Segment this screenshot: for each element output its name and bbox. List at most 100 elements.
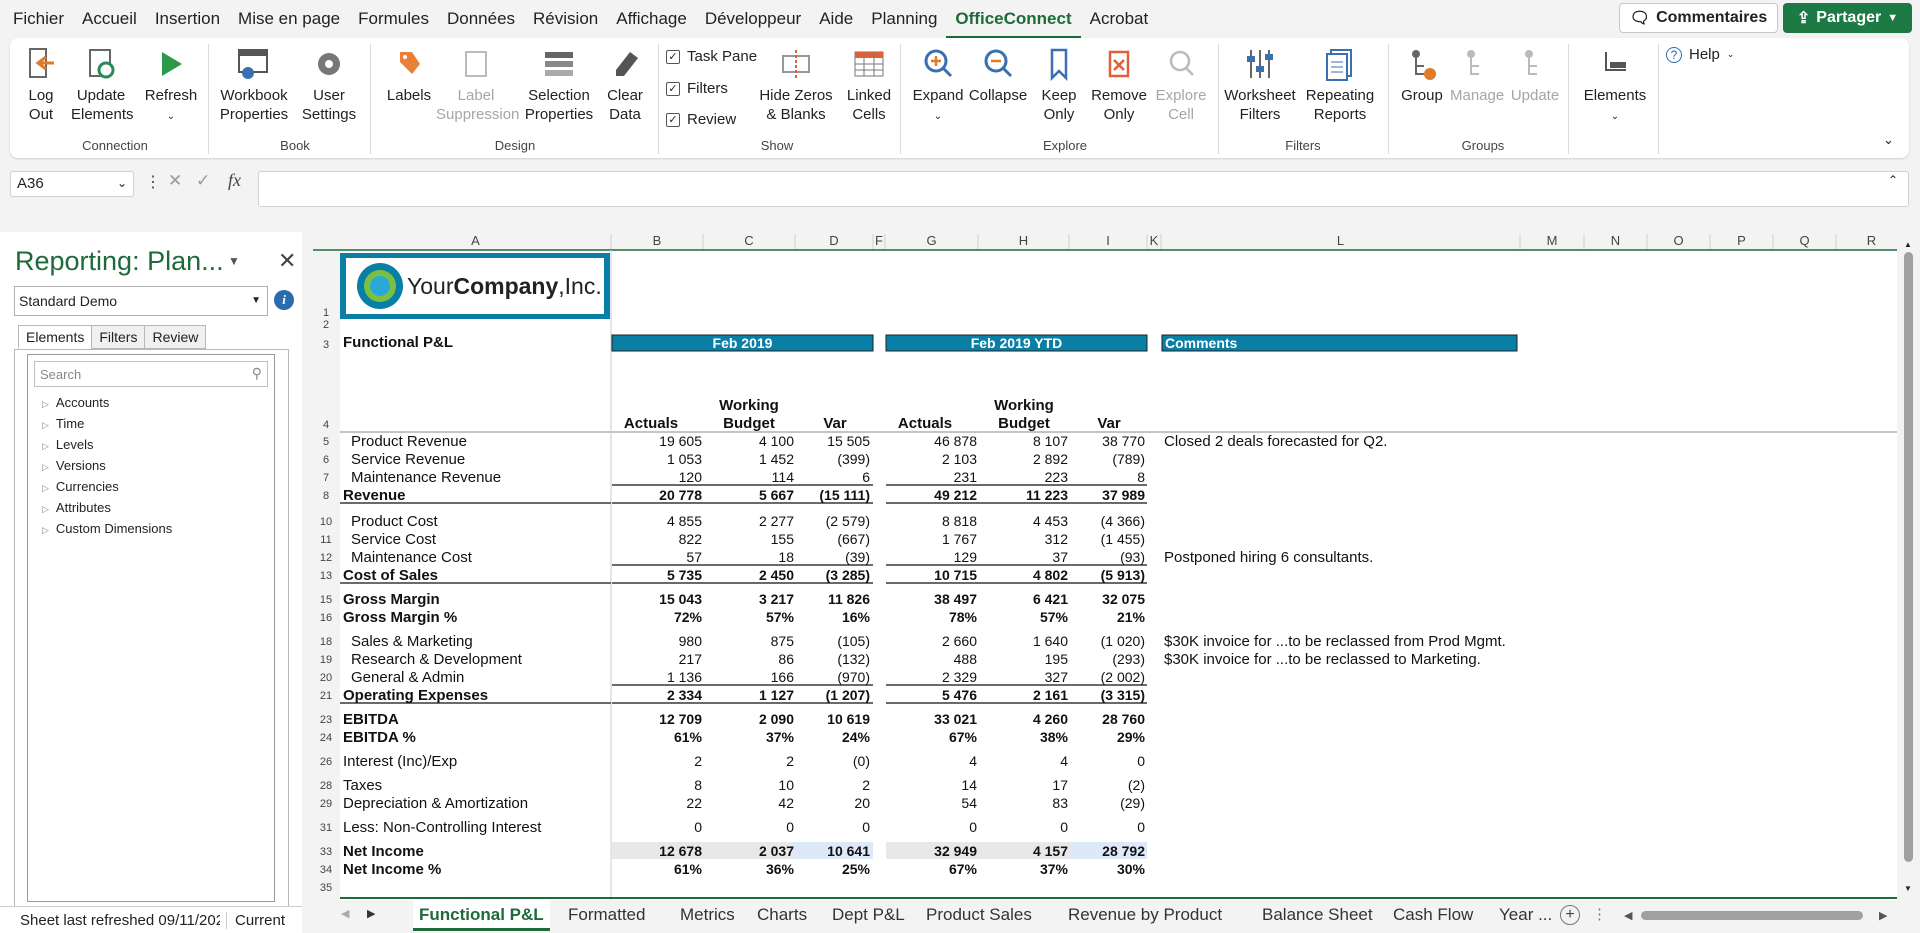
scroll-down-icon[interactable]: ▼ (1904, 884, 1912, 893)
formula-input[interactable] (258, 171, 1909, 207)
sheet-tab[interactable]: Formatted (562, 900, 651, 931)
update-elements-button[interactable]: Update Elements (68, 46, 134, 124)
tab-elements[interactable]: Elements (18, 325, 93, 349)
ribbon-collapse-icon[interactable]: ⌄ (1883, 132, 1894, 148)
hide-zeros-button[interactable]: Hide Zeros & Blanks (756, 46, 836, 124)
next-sheet-icon[interactable]: ▶ (367, 907, 375, 920)
scrollbar-thumb[interactable] (1904, 252, 1913, 862)
worksheet-grid[interactable]: A B C D F G H I K L M N O P Q R 1 2 3 4 5 6 7 8 10 11 12 13 15 16 18 19… (313, 232, 1907, 900)
sheet-tab[interactable]: Product Sales (920, 900, 1038, 931)
horizontal-scrollbar-thumb[interactable] (1641, 911, 1863, 920)
expand-button[interactable]: Expand ⌄ (908, 46, 968, 126)
row-header[interactable]: 1 (323, 307, 329, 319)
menu-acrobat[interactable]: Acrobat (1081, 0, 1158, 38)
row-header[interactable]: 11 (320, 534, 331, 546)
expand-arrow-icon[interactable]: ▷ (42, 525, 49, 535)
scroll-up-icon[interactable]: ▲ (1904, 240, 1912, 249)
row-header[interactable]: 26 (320, 756, 332, 768)
column-header[interactable]: C (744, 233, 753, 248)
linked-cells-button[interactable]: Linked Cells (842, 46, 896, 124)
sheet-tab[interactable]: Functional P&L (413, 900, 550, 931)
expand-arrow-icon[interactable]: ▷ (42, 399, 49, 409)
column-header[interactable]: R (1867, 233, 1876, 248)
tab-review[interactable]: Review (144, 325, 207, 349)
scroll-left-icon[interactable]: ◀ (1624, 909, 1632, 922)
tree-item[interactable]: ▷ Accounts (28, 393, 274, 414)
row-header[interactable]: 7 (323, 472, 329, 484)
row-header[interactable]: 3 (323, 339, 329, 351)
column-header[interactable]: P (1737, 233, 1746, 248)
menu-d-veloppeur[interactable]: Développeur (696, 0, 810, 38)
close-icon[interactable]: ✕ (278, 248, 296, 274)
column-header[interactable]: A (471, 233, 480, 248)
row-header[interactable]: 12 (320, 552, 332, 564)
user-settings-button[interactable]: User Settings (296, 46, 362, 124)
cancel-icon[interactable]: ✕ (168, 171, 182, 191)
row-header[interactable]: 5 (323, 436, 329, 448)
row-header[interactable]: 15 (320, 594, 332, 606)
expand-arrow-icon[interactable]: ▷ (42, 462, 49, 472)
expand-arrow-icon[interactable]: ▷ (42, 483, 49, 493)
connection-select[interactable]: Standard Demo ▼ (14, 286, 268, 316)
column-header[interactable]: F (875, 233, 883, 248)
row-header[interactable]: 16 (320, 612, 332, 624)
tree-item[interactable]: ▷ Versions (28, 456, 274, 477)
row-header[interactable]: 33 (320, 846, 332, 858)
sheet-tab[interactable]: Metrics (674, 900, 741, 931)
prev-sheet-icon[interactable]: ◀ (341, 907, 349, 920)
sheet-tab[interactable]: Revenue by Product (1062, 900, 1228, 931)
elements-button[interactable]: Elements ⌄ (1580, 46, 1650, 126)
help-button[interactable]: ? Help ⌄ (1666, 46, 1734, 63)
row-header[interactable]: 8 (323, 490, 329, 502)
row-header[interactable]: 29 (320, 798, 332, 810)
row-header[interactable]: 24 (320, 732, 332, 744)
row-header[interactable]: 13 (320, 570, 332, 582)
column-header[interactable]: H (1019, 233, 1028, 248)
remove-only-button[interactable]: Remove Only (1088, 46, 1150, 124)
name-box[interactable]: A36 ⌄ (10, 171, 134, 197)
row-header[interactable]: 35 (320, 882, 332, 894)
task-pane-checkbox[interactable]: ✓ Task Pane (666, 48, 757, 65)
collapse-button[interactable]: Collapse (966, 46, 1030, 105)
search-input[interactable]: Search ⚲ (34, 361, 268, 387)
expand-arrow-icon[interactable]: ▷ (42, 504, 49, 514)
menu-officeconnect[interactable]: OfficeConnect (946, 2, 1081, 39)
share-button[interactable]: ⇪ Partager ▼ (1783, 3, 1912, 33)
selection-properties-button[interactable]: Selection Properties (520, 46, 598, 124)
menu-affichage[interactable]: Affichage (607, 0, 696, 38)
clear-data-button[interactable]: Clear Data (600, 46, 650, 124)
more-icon[interactable]: ⋮ (145, 172, 161, 192)
column-header[interactable]: K (1150, 233, 1159, 248)
menu-planning[interactable]: Planning (862, 0, 946, 38)
menu-mise-en-page[interactable]: Mise en page (229, 0, 349, 38)
column-header[interactable]: M (1547, 233, 1558, 248)
menu-donn-es[interactable]: Données (438, 0, 524, 38)
tree-item[interactable]: ▷ Custom Dimensions (28, 519, 274, 540)
filters-checkbox[interactable]: ✓ Filters (666, 80, 728, 97)
function-icon[interactable]: fx (228, 170, 241, 191)
update-button[interactable]: Update (1510, 46, 1560, 105)
row-header[interactable]: 6 (323, 454, 329, 466)
sheet-tab[interactable]: Cash Flow (1387, 900, 1479, 931)
vertical-scrollbar[interactable]: ▲ ▼ (1897, 232, 1920, 900)
column-header[interactable]: I (1106, 233, 1110, 248)
scroll-right-icon[interactable]: ▶ (1879, 909, 1887, 922)
repeating-reports-button[interactable]: Repeating Reports (1300, 46, 1380, 124)
comments-button[interactable]: 🗨 Commentaires (1619, 3, 1778, 33)
row-header[interactable]: 21 (320, 690, 332, 702)
workbook-properties-button[interactable]: Workbook Properties (218, 46, 290, 124)
review-checkbox[interactable]: ✓ Review (666, 111, 736, 128)
column-header[interactable]: D (829, 233, 838, 248)
sheet-tab[interactable]: Dept P&L (826, 900, 911, 931)
add-sheet-icon[interactable]: + (1560, 905, 1580, 925)
label-suppression-button[interactable]: Label Suppression (434, 46, 519, 124)
keep-only-button[interactable]: Keep Only (1036, 46, 1082, 124)
row-header[interactable]: 28 (320, 780, 332, 792)
tree-item[interactable]: ▷ Currencies (28, 477, 274, 498)
row-header[interactable]: 34 (320, 864, 332, 876)
menu-insertion[interactable]: Insertion (146, 0, 229, 38)
column-header[interactable]: O (1673, 233, 1683, 248)
sheet-tab[interactable]: Charts (751, 900, 813, 931)
menu-accueil[interactable]: Accueil (73, 0, 146, 38)
row-header[interactable]: 23 (320, 714, 332, 726)
